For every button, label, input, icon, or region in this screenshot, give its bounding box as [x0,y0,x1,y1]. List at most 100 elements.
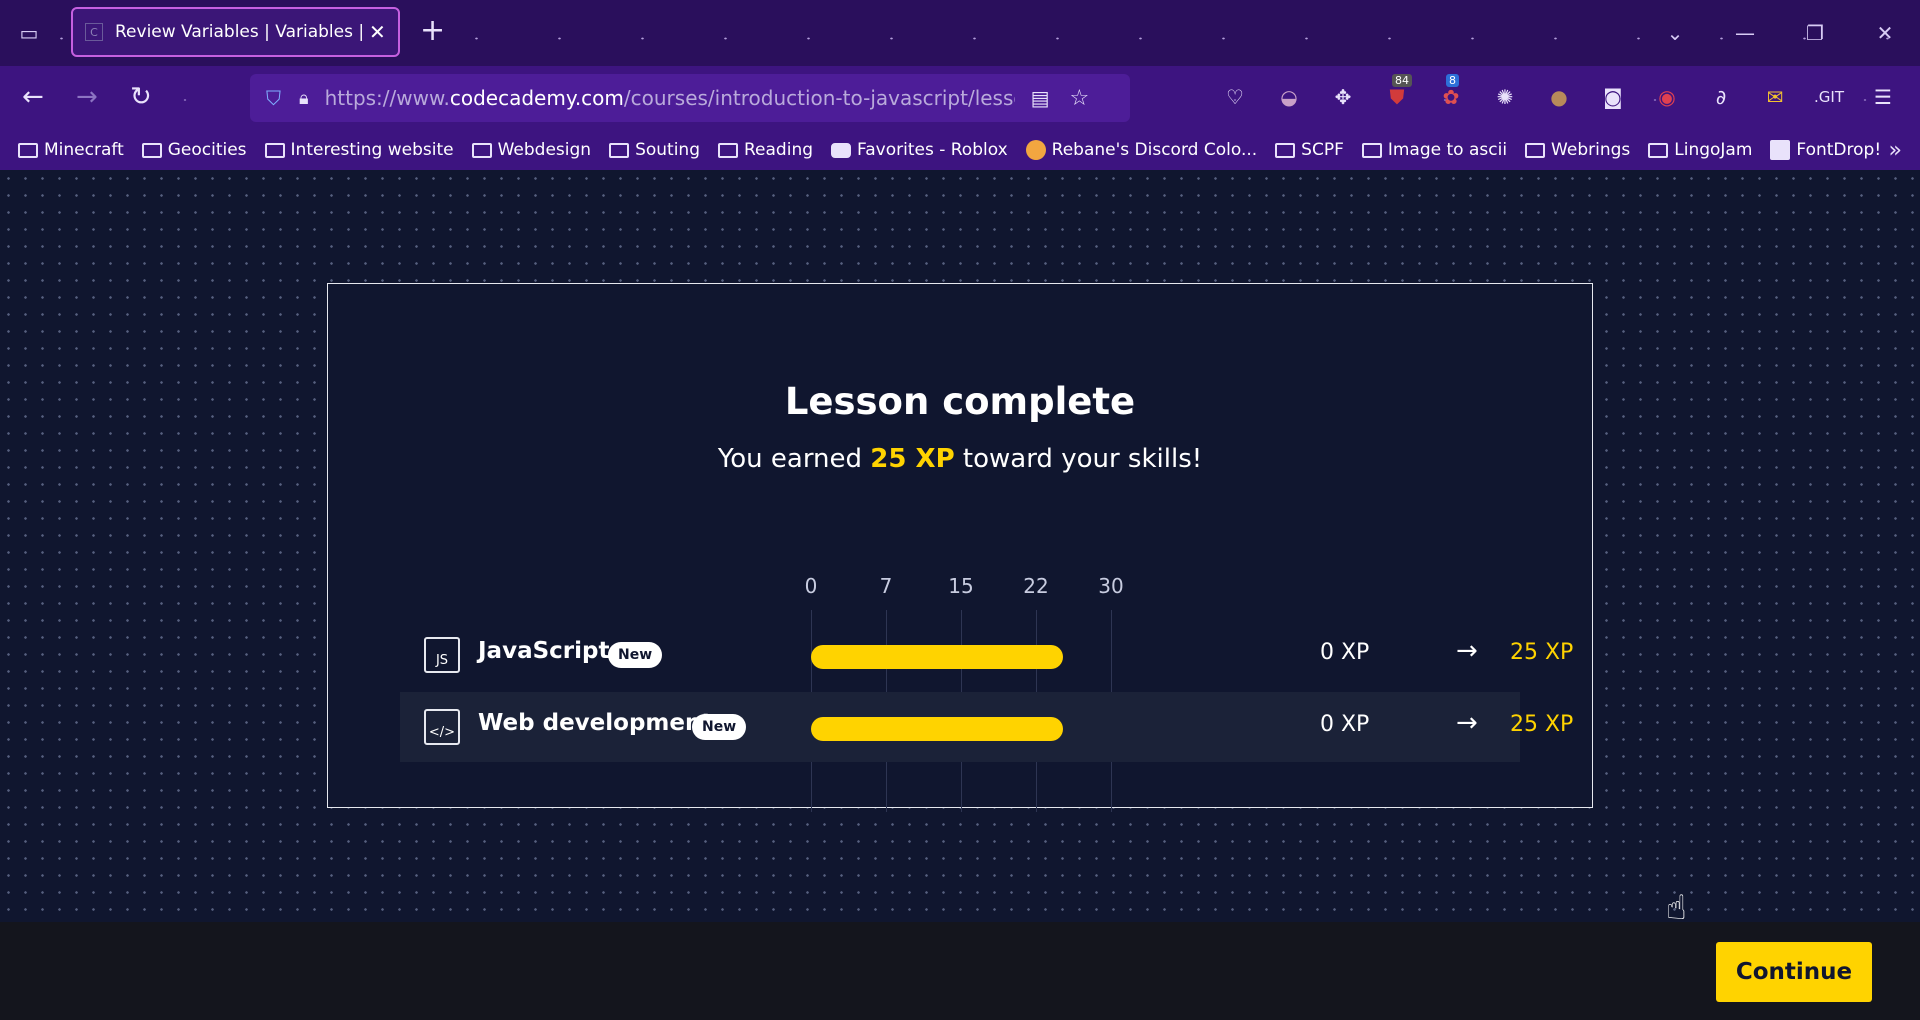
forward-icon[interactable]: → [76,84,98,110]
list-all-tabs-icon[interactable]: ⌄ [1640,21,1710,45]
bookmark-label: Interesting website [290,140,454,160]
extension-gamepad-icon[interactable]: ✺ [1490,80,1520,114]
bookmark-folder[interactable]: Interesting website [264,140,454,160]
fox-icon [1025,140,1046,160]
bookmark-label: FontDrop! [1796,140,1882,160]
tracking-shield-icon[interactable]: ⛉ [266,86,281,110]
chart-tick-label: 0 [804,574,818,598]
bookmark-folder[interactable]: Image to ascii [1361,140,1508,160]
menu-hamburger-icon[interactable]: ☰ [1868,80,1898,114]
folder-icon [471,142,492,158]
tab-close-icon[interactable]: ✕ [369,20,386,44]
bookmark-label: Souting [635,140,700,160]
xp-bar-track [811,717,1111,741]
extension-ds-icon[interactable]: ∂ [1706,80,1736,114]
chart-tick-label: 7 [879,574,893,598]
xp-bar-track [811,645,1111,669]
url-bar[interactable]: ⛉ 🔒︎ https://www.codecademy.com/courses/… [250,74,1130,122]
ublock-badge: 84 [1392,74,1412,87]
url-prefix: https://www. [324,86,450,110]
bookmark-link[interactable]: FontDrop! [1770,140,1881,160]
extensions-puzzle-icon[interactable]: ✥ [1328,80,1358,114]
xp-bar [811,717,1063,741]
xp-from: 0 XP [1320,712,1370,737]
bookmark-folder[interactable]: Souting [609,140,700,160]
bookmark-label: SCPF [1301,140,1344,160]
xp-earned-message: You earned 25 XP toward your skills! [328,444,1592,474]
bookmark-link[interactable]: Favorites - Roblox [831,140,1008,160]
bookmark-label: Rebane's Discord Colo... [1051,140,1258,160]
folder-icon [1361,142,1382,158]
xp-to: 25 XP [1510,712,1574,737]
bookmark-folder[interactable]: SCPF [1275,140,1344,160]
mail-icon[interactable]: ✉ [1760,80,1790,114]
extension-git-icon[interactable]: .GIT [1814,80,1844,114]
bookmark-star-icon[interactable]: ☆ [1069,86,1089,111]
bookmark-label: Image to ascii [1387,140,1508,160]
back-icon[interactable]: ← [22,84,44,110]
reader-view-icon[interactable]: ▤ [1031,86,1050,110]
page-title: Lesson complete [784,380,1136,423]
skill-name: Web development [478,710,713,736]
bookmark-label: LingoJam [1674,140,1753,160]
folder-icon [1525,142,1546,158]
folder-icon [718,142,738,158]
skill-row-javascript: JS JavaScript New 0 XP → 25 XP [400,620,1573,690]
lesson-complete-panel: Lesson complete You earned 25 XP toward … [327,283,1593,812]
close-window-icon[interactable]: ✕ [1850,21,1920,45]
ublock-icon[interactable]: ⛊ 84 [1382,74,1412,114]
extension-bug-icon[interactable]: ✿ 8 [1436,74,1466,114]
bookmark-label: Webdesign [497,140,592,160]
bookmark-folder[interactable]: Reading [718,140,813,160]
xp-from: 0 XP [1320,640,1370,665]
cookie-icon[interactable]: ● [1544,80,1574,114]
lock-icon[interactable]: 🔒︎ [299,88,309,109]
code-icon: </> [424,709,460,745]
reload-icon[interactable]: ↻ [130,84,152,110]
extension-landscape-icon[interactable]: ◒ [1274,80,1304,114]
xp-to: 25 XP [1510,640,1574,665]
extension-glasses-icon[interactable]: ◙ [1598,80,1628,114]
arrow-right-icon: → [1456,636,1478,666]
folder-icon [264,142,285,158]
bookmark-folder[interactable]: LingoJam [1648,140,1752,160]
folder-icon [18,142,38,158]
folder-icon [609,142,630,158]
subtitle-after: toward your skills! [954,444,1203,474]
new-tab-button[interactable]: + [420,16,445,46]
restore-icon[interactable]: ❐ [1780,21,1850,45]
extension-eye-icon[interactable]: ◉ [1652,80,1682,114]
skill-name: JavaScript [478,638,610,664]
tab-list-icon[interactable]: ▭ [16,20,42,46]
bookmark-label: Webrings [1551,140,1631,160]
xp-chart: JS JavaScript New 0 XP → 25 XP </> Web d… [328,574,1592,812]
extension-bug-badge: 8 [1446,74,1459,87]
subtitle-before: You earned [717,444,871,474]
roblox-icon [831,142,852,158]
xp-bar [811,645,1063,669]
bookmark-folder[interactable]: Webdesign [471,140,592,160]
tab-bar: ▭ C Review Variables | Variables | Co ✕ … [0,0,1920,66]
codecademy-favicon-icon: C [85,23,103,41]
page-content: Lesson complete You earned 25 XP toward … [0,170,1920,928]
bookmark-link[interactable]: Rebane's Discord Colo... [1025,140,1258,160]
tab-title: Review Variables | Variables | Co [115,22,367,42]
bookmark-folder[interactable]: Geocities [141,140,247,160]
chart-tick-label: 15 [948,574,974,598]
arrow-right-icon: → [1456,708,1478,738]
pocket-icon[interactable]: ♡ [1220,80,1250,114]
continue-button[interactable]: Continue [1716,942,1872,1002]
tab-active[interactable]: C Review Variables | Variables | Co ✕ [71,7,400,57]
bookmarks-bar: Minecraft Geocities Interesting website … [0,130,1920,170]
new-badge: New [692,714,747,740]
bookmark-folder[interactable]: Webrings [1525,140,1630,160]
bookmark-label: Geocities [167,140,247,160]
url-text[interactable]: https://www.codecademy.com/courses/intro… [325,86,1015,110]
folder-icon [1275,142,1296,158]
xp-earned-value: 25 XP [870,444,955,474]
url-path: /courses/introduction-to-javascript/less… [623,86,1015,110]
chart-tick-label: 30 [1098,574,1124,598]
bookmarks-overflow-icon[interactable]: » [1889,138,1902,163]
minimize-icon[interactable]: — [1710,21,1780,45]
bookmark-folder[interactable]: Minecraft [18,140,124,160]
